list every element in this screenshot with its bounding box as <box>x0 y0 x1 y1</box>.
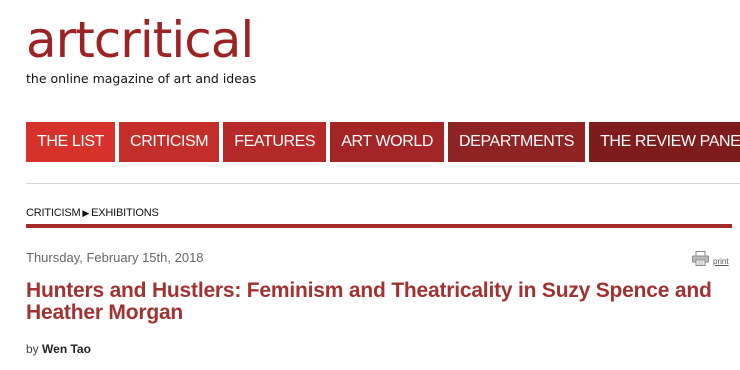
divider <box>26 183 740 184</box>
breadcrumb-arrow-icon: ▶ <box>82 208 90 218</box>
nav-item-the-list[interactable]: THE LIST <box>26 122 116 162</box>
main-nav: THE LIST CRITICISM FEATURES ART WORLD DE… <box>26 122 740 162</box>
breadcrumb-section[interactable]: CRITICISM <box>26 207 81 219</box>
nav-item-features[interactable]: FEATURES <box>223 122 327 162</box>
breadcrumb: CRITICISM ▶ EXHIBITIONS <box>26 207 159 219</box>
author-name[interactable]: Wen Tao <box>42 342 91 356</box>
article-title: Hunters and Hustlers: Feminism and Theat… <box>26 279 712 324</box>
byline: by Wen Tao <box>26 342 91 356</box>
article-date: Thursday, February 15th, 2018 <box>26 250 204 265</box>
nav-item-criticism[interactable]: CRITICISM <box>119 122 220 162</box>
nav-item-review-panel[interactable]: THE REVIEW PANEL <box>589 122 740 162</box>
site-logo[interactable]: artcritical <box>26 14 254 66</box>
nav-item-departments[interactable]: DEPARTMENTS <box>448 122 586 162</box>
byline-prefix: by <box>26 342 39 356</box>
breadcrumb-subsection[interactable]: EXHIBITIONS <box>91 207 159 219</box>
site-tagline: the online magazine of art and ideas <box>26 71 257 86</box>
printer-icon <box>692 251 709 266</box>
section-divider <box>26 224 732 228</box>
nav-item-art-world[interactable]: ART WORLD <box>330 122 445 162</box>
print-button[interactable]: print <box>692 251 729 266</box>
print-link[interactable]: print <box>713 257 729 266</box>
